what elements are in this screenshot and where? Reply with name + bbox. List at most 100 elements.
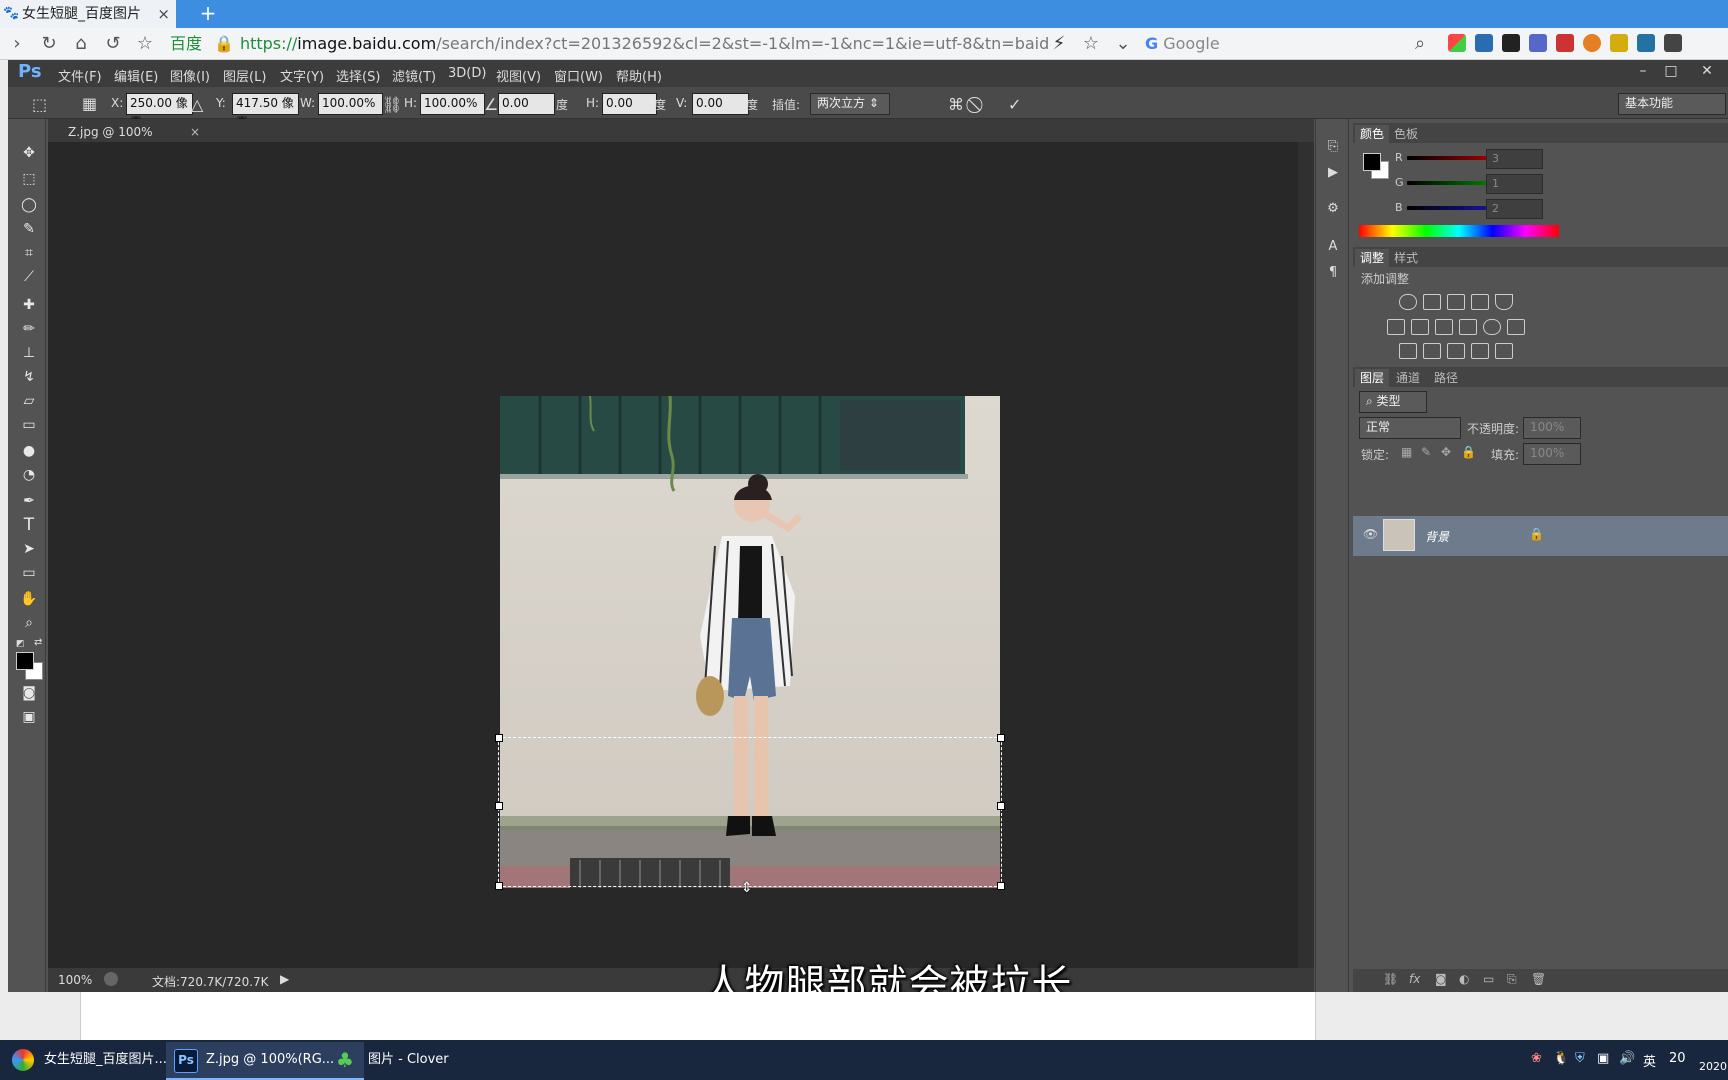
value-r[interactable]: 3 <box>1486 149 1543 169</box>
url-field[interactable]: 百度 🔒 https://image.baidu.com/search/index?… <box>170 32 1050 56</box>
vibrance-icon[interactable] <box>1495 294 1513 310</box>
extension-g-icon[interactable] <box>1637 34 1655 52</box>
transform-handle-br[interactable] <box>997 882 1005 890</box>
y-field[interactable]: 417.50 像素 <box>232 93 299 129</box>
new-group-icon[interactable]: ▭ <box>1483 972 1494 986</box>
character-panel-icon[interactable]: A <box>1324 239 1342 257</box>
eraser-tool-icon[interactable]: ▱ <box>18 391 40 411</box>
width-field[interactable]: 100.00% <box>318 93 383 115</box>
move-tool-icon[interactable]: ✥ <box>18 143 40 163</box>
status-menu-arrow-icon[interactable]: ▶ <box>280 972 289 986</box>
zoom-level[interactable]: 100% <box>58 973 92 987</box>
qq-icon[interactable]: 🐧 <box>1553 1051 1569 1066</box>
search-icon[interactable]: ⌕ <box>1407 31 1433 57</box>
quick-select-tool-icon[interactable]: ✎ <box>18 219 40 239</box>
tab-swatches[interactable]: 色板 <box>1389 125 1423 143</box>
reload-icon[interactable]: ↻ <box>36 31 62 57</box>
tab-channels[interactable]: 通道 <box>1391 369 1425 387</box>
transform-handle-ml[interactable] <box>495 802 503 810</box>
hue-saturation-icon[interactable] <box>1387 319 1405 335</box>
history-brush-tool-icon[interactable]: ↯ <box>18 367 40 387</box>
undo-close-icon[interactable]: ↺ <box>100 31 126 57</box>
brush-tool-icon[interactable]: ✏ <box>18 319 40 339</box>
menu-help[interactable]: 帮助(H) <box>616 66 662 85</box>
workspace-select[interactable]: 基本功能 <box>1618 93 1726 115</box>
new-adjustment-icon[interactable]: ◐ <box>1459 972 1469 986</box>
paragraph-panel-icon[interactable]: ¶ <box>1324 265 1342 283</box>
lock-all-icon[interactable]: 🔒 <box>1461 445 1476 459</box>
new-layer-icon[interactable]: ⎘ <box>1507 972 1517 987</box>
security-shield-icon[interactable]: ⛨ <box>1575 1051 1585 1066</box>
extension-d-icon[interactable] <box>1556 34 1574 52</box>
extension-a-icon[interactable] <box>1475 34 1493 52</box>
bookmark-star-icon[interactable]: ☆ <box>132 31 158 57</box>
selective-color-icon[interactable] <box>1471 343 1489 359</box>
vertical-scrollbar[interactable] <box>1298 142 1314 968</box>
delete-layer-icon[interactable]: 🗑 <box>1531 972 1546 986</box>
search-box[interactable]: G Google <box>1145 32 1425 56</box>
add-mask-icon[interactable]: ◙ <box>1435 972 1447 986</box>
gradient-tool-icon[interactable]: ▭ <box>18 415 40 435</box>
transform-handle-bl[interactable] <box>495 882 503 890</box>
posterize-icon[interactable] <box>1423 343 1441 359</box>
apps-grid-icon[interactable] <box>1448 34 1466 52</box>
type-tool-icon[interactable]: T <box>18 515 40 535</box>
home-icon[interactable]: ⌂ <box>68 31 94 57</box>
close-icon[interactable]: ✕ <box>1694 61 1720 81</box>
eyedropper-tool-icon[interactable]: ⟋ <box>18 267 40 287</box>
foreground-color-swatch[interactable] <box>16 652 34 670</box>
transform-handle-tr[interactable] <box>997 734 1005 742</box>
forward-icon[interactable]: › <box>4 31 30 57</box>
pen-tool-icon[interactable]: ✒ <box>18 491 40 511</box>
menu-image[interactable]: 图像(I) <box>170 66 210 85</box>
tab-styles[interactable]: 样式 <box>1389 249 1423 267</box>
curves-icon[interactable] <box>1447 294 1465 310</box>
channel-mixer-icon[interactable] <box>1483 319 1501 335</box>
network-icon[interactable]: ▣ <box>1597 1051 1609 1066</box>
ime-indicator[interactable]: 英 <box>1643 1051 1656 1070</box>
extension-h-icon[interactable] <box>1664 34 1682 52</box>
clone-stamp-tool-icon[interactable]: ⊥ <box>18 343 40 363</box>
fx-icon[interactable]: fx <box>1409 972 1420 986</box>
layer-filter-select[interactable]: ⌕ 类型 <box>1359 391 1427 413</box>
link-icon[interactable]: ⛓ <box>382 95 402 114</box>
commit-transform-icon[interactable]: ✓ <box>1008 95 1021 114</box>
extension-b-icon[interactable] <box>1502 34 1520 52</box>
transform-handle-mr[interactable] <box>997 802 1005 810</box>
minimize-icon[interactable]: – <box>1630 61 1656 81</box>
history-panel-icon[interactable]: ⎘ <box>1324 139 1342 157</box>
brightness-icon[interactable] <box>1399 294 1417 310</box>
fill-field[interactable]: 100% <box>1523 443 1581 465</box>
hand-tool-icon[interactable]: ✋ <box>18 589 40 609</box>
tab-close-icon[interactable]: × <box>157 0 170 28</box>
volume-icon[interactable]: 🔊 <box>1619 1051 1635 1066</box>
swap-colors-icon[interactable]: ⇄ <box>34 637 44 648</box>
menu-select[interactable]: 选择(S) <box>336 66 380 85</box>
layer-row[interactable]: 👁 背景 🔒 <box>1353 516 1728 556</box>
tab-adjustments[interactable]: 调整 <box>1355 249 1390 267</box>
gradient-map-icon[interactable] <box>1495 343 1513 359</box>
shape-tool-icon[interactable]: ▭ <box>18 563 40 583</box>
color-lookup-icon[interactable] <box>1507 319 1525 335</box>
menu-edit[interactable]: 编辑(E) <box>114 66 158 85</box>
photo-filter-icon[interactable] <box>1459 319 1477 335</box>
taskbar-item-clover[interactable]: ♣ 图片 - Clover <box>328 1042 518 1078</box>
warp-icon[interactable]: ⌘ <box>948 95 964 114</box>
extension-f-icon[interactable] <box>1610 34 1628 52</box>
tray-app-icon[interactable]: ❀ <box>1531 1051 1542 1066</box>
lock-position-icon[interactable]: ✥ <box>1441 445 1451 459</box>
tab-layers[interactable]: 图层 <box>1355 369 1390 387</box>
color-balance-icon[interactable] <box>1411 319 1429 335</box>
hskew-field[interactable]: 0.00 <box>602 93 657 115</box>
maximize-icon[interactable]: □ <box>1658 61 1684 81</box>
layer-name[interactable]: 背景 <box>1425 528 1449 545</box>
document-tab[interactable]: Z.jpg @ 100%(RGB/8#) × <box>58 122 206 159</box>
marquee-tool-icon[interactable]: ⬚ <box>18 169 40 189</box>
exposure-icon[interactable] <box>1471 294 1489 310</box>
opacity-field[interactable]: 100% <box>1523 417 1581 439</box>
color-spectrum-bar[interactable] <box>1359 225 1559 237</box>
tab-color[interactable]: 颜色 <box>1355 125 1390 143</box>
quick-mask-icon[interactable]: ◙ <box>18 683 40 703</box>
path-select-tool-icon[interactable]: ➤ <box>18 539 40 559</box>
interpolation-select[interactable]: 两次立方 ⇕ <box>810 93 890 115</box>
